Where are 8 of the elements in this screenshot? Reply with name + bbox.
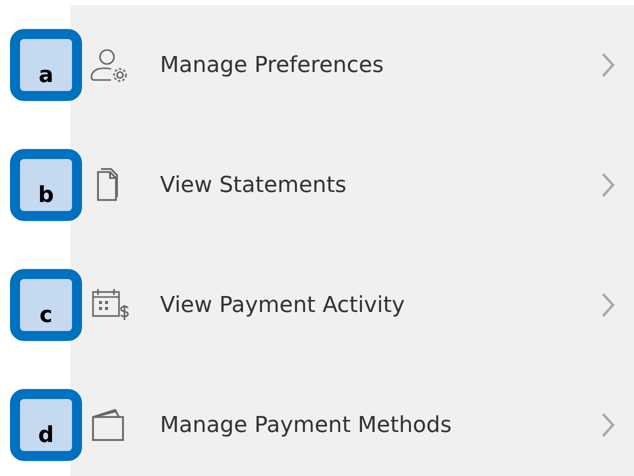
letter-badge: a bbox=[10, 29, 82, 101]
menu-item-label[interactable]: View Payment Activity bbox=[160, 292, 600, 318]
letter-badge: b bbox=[10, 149, 82, 221]
menu-item-label[interactable]: Manage Preferences bbox=[160, 52, 600, 78]
menu-item-label[interactable]: Manage Payment Methods bbox=[160, 412, 600, 438]
letter-badge: c bbox=[10, 269, 82, 341]
letter-badge: d bbox=[10, 389, 82, 461]
menu-item-label[interactable]: View Statements bbox=[160, 172, 600, 198]
